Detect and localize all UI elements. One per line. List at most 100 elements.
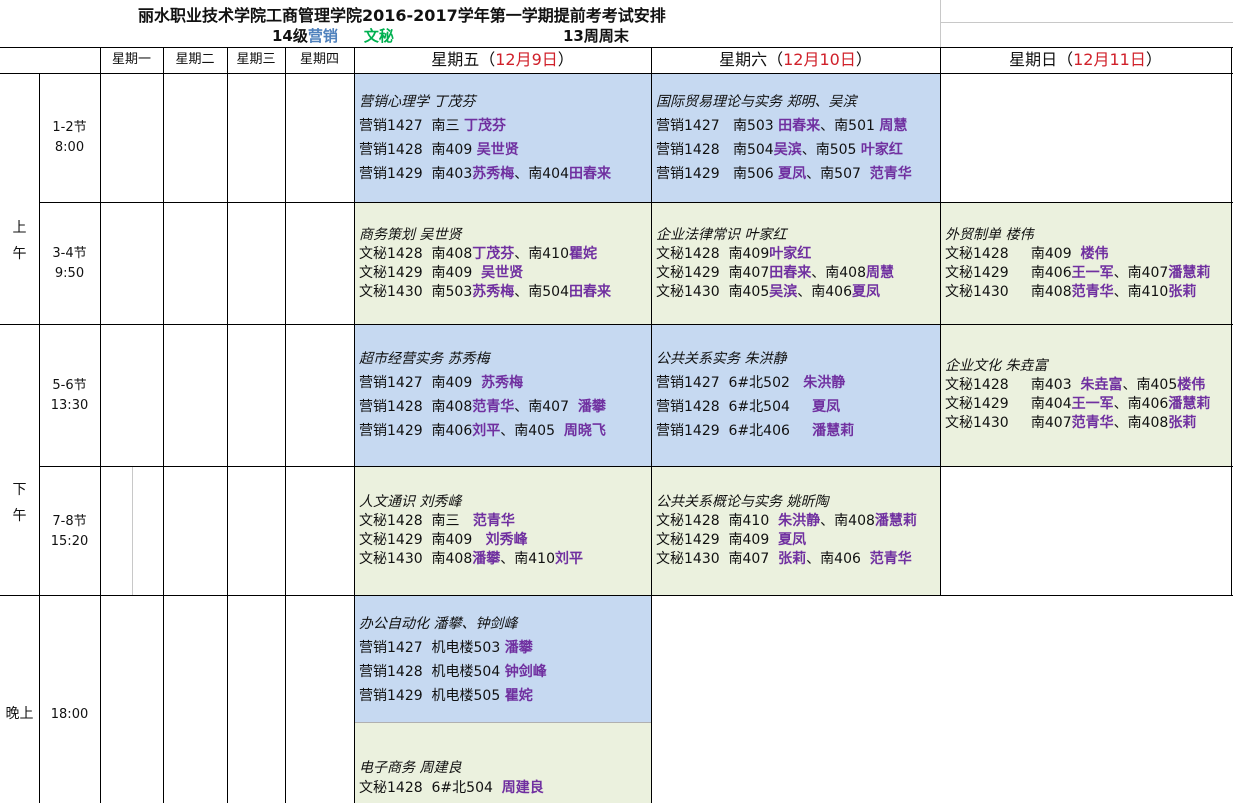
exam-fri-7-8: 人文通识 刘秀峰 文秘1428 南三 范青华 文秘1429 南409 刘秀峰 文…: [355, 493, 651, 569]
teacher-name: 叶家红: [769, 246, 812, 262]
exam-fri-5-6: 超市经营实务 苏秀梅 营销1427 南409 苏秀梅 营销1428 南408范青…: [355, 347, 651, 443]
exam-row: 营销1427 南三 丁茂芬: [359, 114, 651, 138]
teacher-name: 范青华: [1071, 284, 1114, 300]
class-room-text: 文秘1429 南407: [656, 265, 770, 281]
teacher-name: 刘秀峰: [485, 532, 528, 548]
teacher-name: 周建良: [501, 780, 544, 796]
teacher-name: 田春来: [778, 118, 821, 134]
teacher-name: 潘慧莉: [874, 513, 917, 529]
teacher-name: 丁茂芬: [463, 118, 506, 134]
exam-row: 文秘1430 南407范青华、南408张莉: [945, 414, 1231, 433]
class-room-text: 营销1429 南403: [359, 166, 473, 182]
class-room-text: 、南406: [797, 284, 852, 300]
exam-row: 文秘1428 南410 朱洪静、南408潘慧莉: [656, 512, 940, 531]
teacher-name: 夏凤: [778, 532, 807, 548]
class-room-text: 文秘1430 南408: [945, 284, 1072, 300]
class-room-text: 、南405: [500, 423, 564, 439]
teacher-name: 吴世贤: [481, 265, 524, 281]
exam-row: 文秘1430 南408潘攀、南410刘平: [359, 550, 651, 569]
header-tue: 星期二: [175, 52, 215, 67]
major-secretary-label: 文秘: [363, 27, 394, 45]
exam-row: 文秘1428 南403 朱垚富、南405楼伟: [945, 376, 1231, 395]
teacher-name: 田春来: [569, 284, 611, 300]
exam-row: 营销1429 6#北406 潘慧莉: [656, 419, 940, 443]
exam-row: 文秘1429 南409 夏凤: [656, 531, 940, 550]
class-room-text: 营销1429 机电楼505: [359, 688, 505, 704]
teacher-name: 张莉: [1168, 415, 1197, 431]
teacher-name: 钟剑峰: [504, 664, 547, 680]
teacher-name: 范青华: [472, 399, 515, 415]
class-room-text: 、南407: [514, 399, 578, 415]
teacher-name: 瞿姹: [504, 688, 533, 704]
teacher-name: 苏秀梅: [481, 375, 524, 391]
exam-row: 营销1429 机电楼505 瞿姹: [359, 684, 651, 708]
major-marketing-label: 营销: [307, 27, 338, 45]
exam-row: 文秘1428 6#北504 周建良: [359, 778, 651, 798]
period-3-4: 3-4节 9:50: [52, 246, 87, 281]
exam-row: 文秘1429 南404王一军、南406潘慧莉: [945, 395, 1231, 414]
header-wed: 星期三: [236, 52, 276, 67]
date-sat: 12月10日: [783, 50, 856, 69]
exam-sun-3-4: 外贸制单 楼伟 文秘1428 南409 楼伟 文秘1429 南406王一军、南4…: [941, 226, 1231, 302]
class-room-text: 文秘1428 6#北504: [359, 780, 502, 796]
class-room-text: 、南410: [1113, 284, 1169, 300]
teacher-name: 张莉: [778, 551, 807, 567]
teacher-name: 夏凤: [778, 166, 807, 182]
class-room-text: 营销1427 机电楼503: [359, 640, 505, 656]
class-room-text: 、南407: [1113, 265, 1169, 281]
class-room-text: 、南406: [806, 551, 870, 567]
teacher-name: 王一军: [1071, 396, 1114, 412]
date-fri: 12月9日: [495, 50, 558, 69]
teacher-name: 周慧: [866, 265, 894, 281]
teacher-name: 刘平: [472, 423, 501, 439]
class-room-text: 文秘1430 南407: [945, 415, 1072, 431]
teacher-name: 潘慧莉: [1168, 265, 1211, 281]
exam-row: 营销1429 南403苏秀梅、南404田春来: [359, 162, 651, 186]
week-label: 13周周末: [563, 27, 629, 45]
exam-row: 文秘1428 南409叶家红: [656, 245, 940, 264]
period-1-2: 1-2节 8:00: [52, 120, 87, 155]
teacher-name: 吴滨: [773, 142, 802, 158]
teacher-name: 范青华: [1071, 415, 1114, 431]
class-room-text: 、南404: [514, 166, 569, 182]
class-room-text: 文秘1430 南408: [359, 551, 473, 567]
class-room-text: 文秘1430 南405: [656, 284, 770, 300]
exam-row: 营销1428 南408范青华、南407 潘攀: [359, 395, 651, 419]
page-title: 丽水职业技术学院工商管理学院2016-2017学年第一学期提前考考试安排: [138, 6, 666, 25]
exam-fri-1-2: 营销心理学 丁茂芬 营销1427 南三 丁茂芬 营销1428 南409 吴世贤 …: [355, 90, 651, 186]
exam-row: 文秘1428 南408丁茂芬、南410瞿姹: [359, 245, 651, 264]
exam-sat-7-8: 公共关系概论与实务 姚昕陶 文秘1428 南410 朱洪静、南408潘慧莉 文秘…: [652, 493, 940, 569]
class-room-text: 营销1427 南三: [359, 118, 464, 134]
exam-fri-evening-1: 办公自动化 潘攀、钟剑峰 营销1427 机电楼503 潘攀 营销1428 机电楼…: [355, 612, 651, 708]
teacher-name: 田春来: [769, 265, 812, 281]
exam-subject: 人文通识 刘秀峰: [359, 494, 462, 510]
header-sat: 星期六（12月10日）: [719, 50, 872, 69]
exam-row: 文秘1429 南407田春来、南408周慧: [656, 264, 940, 283]
teacher-name: 田春来: [569, 166, 611, 182]
exam-row: 营销1428 南504吴滨、南505 叶家红: [656, 138, 940, 162]
exam-row: 文秘1428 南三 范青华: [359, 512, 651, 531]
class-room-text: 文秘1428 南三: [359, 513, 473, 529]
class-room-text: 营销1428 南504: [656, 142, 774, 158]
teacher-name: 朱垚富: [1080, 377, 1123, 393]
exam-subject: 电子商务 周建良: [359, 760, 462, 776]
class-room-text: 营销1428 6#北504: [656, 399, 813, 415]
teacher-name: 吴滨: [769, 284, 798, 300]
class-room-text: 、南405: [1122, 377, 1178, 393]
class-room-text: 文秘1430 南503: [359, 284, 473, 300]
exam-subject: 企业法律常识 叶家红: [656, 227, 787, 243]
exam-row: 营销1427 南409 苏秀梅: [359, 371, 651, 395]
exam-row: 文秘1430 南407 张莉、南406 范青华: [656, 550, 940, 569]
class-room-text: 、南505: [801, 142, 861, 158]
label-afternoon: 下午: [12, 482, 27, 524]
teacher-name: 潘攀: [472, 551, 501, 567]
exam-subject: 公共关系实务 朱洪静: [656, 351, 787, 367]
exam-sat-5-6: 公共关系实务 朱洪静 营销1427 6#北502 朱洪静 营销1428 6#北5…: [652, 347, 940, 443]
period-evening: 18:00: [50, 707, 89, 722]
exam-fri-3-4: 商务策划 吴世贤 文秘1428 南408丁茂芬、南410瞿姹 文秘1429 南4…: [355, 226, 651, 302]
teacher-name: 范青华: [869, 551, 912, 567]
class-room-text: 营销1429 南506: [656, 166, 779, 182]
exam-subject: 办公自动化 潘攀、钟剑峰: [359, 616, 518, 632]
exam-row: 营销1428 机电楼504 钟剑峰: [359, 660, 651, 684]
period-5-6: 5-6节 13:30: [50, 378, 89, 413]
